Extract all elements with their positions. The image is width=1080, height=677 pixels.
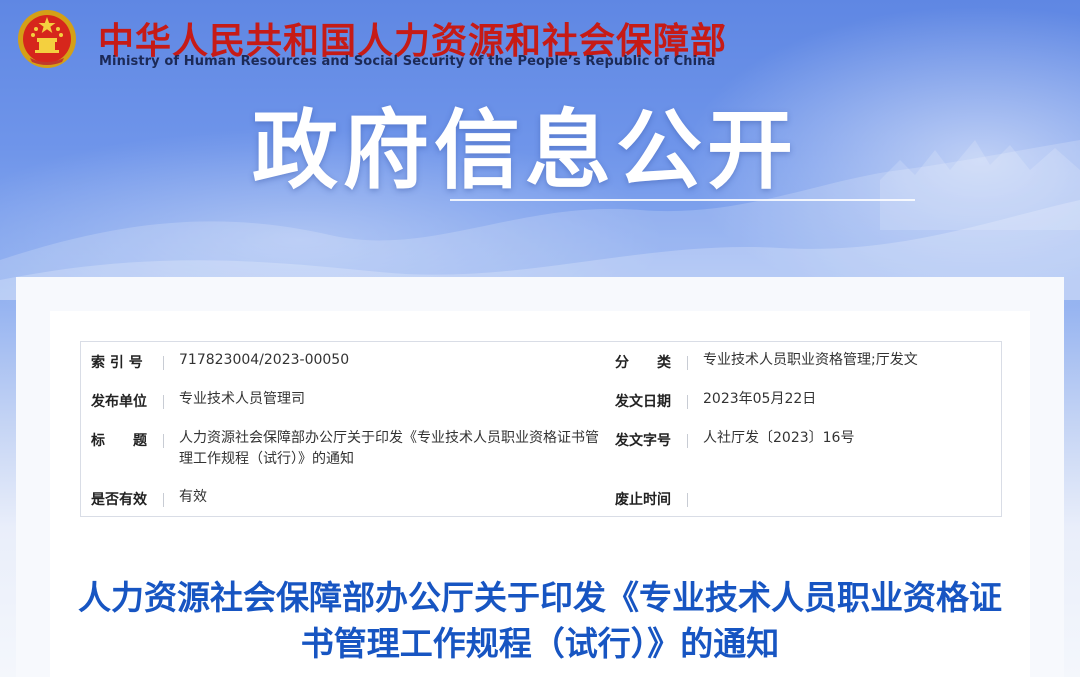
index-no-value: 717823004/2023-00050	[179, 352, 350, 368]
divider	[687, 434, 688, 448]
national-emblem-icon	[18, 10, 76, 68]
doc-number-value: 人社厅发〔2023〕16号	[703, 430, 855, 446]
hero-divider	[450, 199, 915, 201]
divider	[687, 356, 688, 370]
category-label: 分 类	[615, 355, 671, 371]
section-title: 政府信息公开	[252, 101, 798, 201]
divider	[163, 356, 164, 370]
ministry-name-en: Ministry of Human Resources and Social S…	[99, 54, 716, 69]
publisher-label: 发布单位	[91, 394, 147, 410]
validity-label: 是否有效	[91, 492, 147, 508]
index-no-label: 索 引 号	[91, 355, 143, 371]
divider	[163, 493, 164, 507]
divider	[687, 395, 688, 409]
issue-date-label: 发文日期	[615, 394, 671, 410]
validity-value: 有效	[179, 489, 207, 505]
doc-number-label: 发文字号	[615, 433, 671, 449]
subject-label: 标 题	[91, 433, 147, 449]
repeal-time-label: 废止时间	[615, 492, 671, 508]
metadata-table: 索 引 号 717823004/2023-00050 分 类 专业技术人员职业资…	[80, 341, 1002, 517]
divider	[163, 395, 164, 409]
divider	[687, 493, 688, 507]
publisher-value: 专业技术人员管理司	[179, 391, 305, 407]
document-title: 人力资源社会保障部办公厅关于印发《专业技术人员职业资格证书管理工作规程（试行）》…	[78, 578, 1002, 663]
category-value: 专业技术人员职业资格管理;厅发文	[703, 352, 918, 368]
divider	[163, 434, 164, 448]
issue-date-value: 2023年05月22日	[703, 391, 817, 407]
subject-value: 人力资源社会保障部办公厅关于印发《专业技术人员职业资格证书管理工作规程（试行）》…	[179, 430, 599, 467]
